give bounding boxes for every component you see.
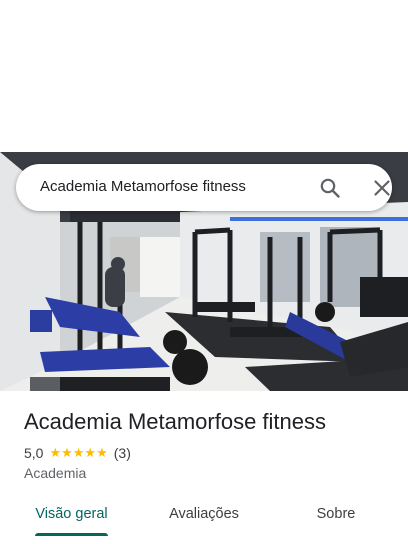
close-icon[interactable]: [370, 176, 394, 200]
place-category[interactable]: Academia: [24, 465, 86, 481]
place-title: Academia Metamorfose fitness: [24, 409, 327, 434]
tab-reviews[interactable]: Avaliações: [164, 492, 244, 536]
search-input[interactable]: Academia Metamorfose fitness: [40, 178, 246, 195]
tab-overview[interactable]: Visão geral: [35, 492, 108, 536]
rating-value: 5,0: [24, 445, 44, 461]
search-bar[interactable]: Academia Metamorfose fitness: [16, 164, 392, 211]
tab-bar: Visão geral Avaliações Sobre: [0, 492, 408, 538]
tab-about[interactable]: Sobre: [310, 492, 362, 536]
active-tab-indicator: [35, 533, 108, 536]
star-rating-icon: ★★★★★: [49, 445, 108, 460]
review-count[interactable]: (3): [114, 445, 131, 461]
search-icon[interactable]: [318, 176, 342, 200]
rating-row[interactable]: 5,0 ★★★★★ (3): [24, 444, 131, 462]
